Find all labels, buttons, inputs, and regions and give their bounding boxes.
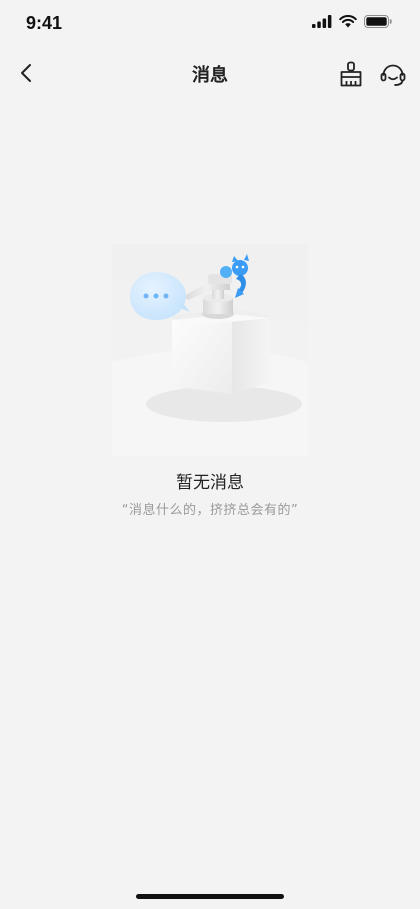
status-icons (312, 15, 392, 28)
signal-icon (312, 15, 332, 28)
status-bar: 9:41 (0, 0, 420, 48)
empty-title: 暂无消息 (176, 473, 244, 493)
wifi-icon (339, 15, 357, 28)
empty-subtitle: “消息什么的，挤挤总会有的” (121, 503, 299, 518)
empty-illustration (112, 244, 308, 456)
status-time: 9:41 (26, 13, 63, 33)
nav-bar: 消息 (0, 48, 420, 98)
broom-icon[interactable] (337, 60, 365, 88)
headset-icon[interactable] (379, 60, 407, 88)
battery-icon (364, 15, 392, 28)
home-indicator[interactable] (136, 894, 284, 899)
